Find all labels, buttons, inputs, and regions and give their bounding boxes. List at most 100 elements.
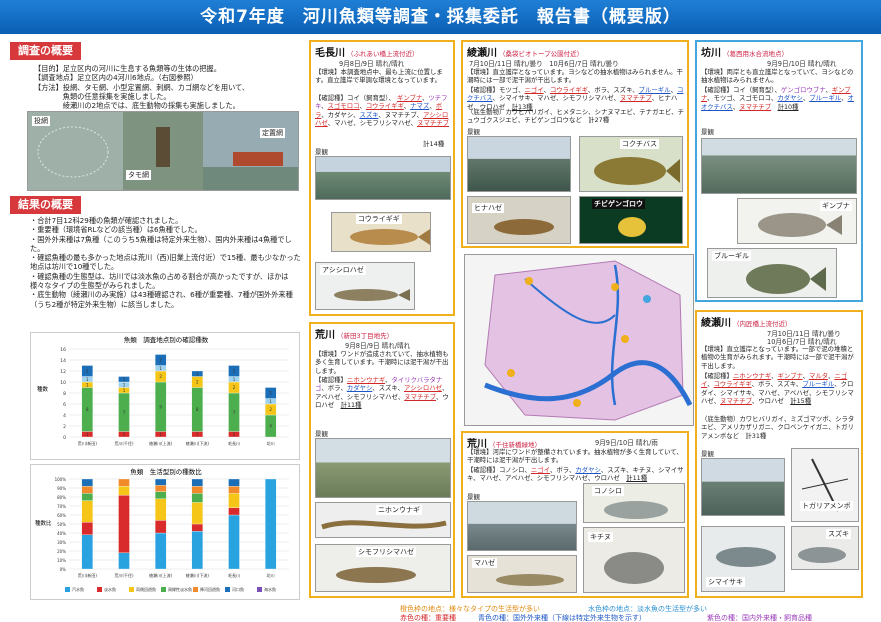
bar-segment [155,485,167,492]
legend-label: 周縁性淡水魚 [168,586,192,592]
overview-text: 【目的】足立区内の河川に生息する魚類等の生体の把握。 【調査地点】足立区内の4河… [34,64,299,110]
species-count: 計14種 [423,140,445,148]
fish-label: ブルーギル [712,251,751,261]
bar-segment-label: 2 [233,369,236,374]
fish-photo: ニホンウナギ [315,502,451,538]
area-map [464,254,694,426]
bar-segment [155,532,167,570]
landscape-photo [467,136,571,192]
station-ayase-downstream: 綾瀬川 （内匠橋上流付近） 7月10日/11日 晴れ/曇り 10月6日/7日 晴れ… [695,310,863,598]
station-date: 9月9日/10日 晴れ/晴れ [767,60,837,68]
bar-segment [81,500,93,523]
fish-label: ヒナハゼ [472,203,504,213]
result-bullet: ・確認魚種の最も多かった地点は荒川（西)旧業上流付近）で15種、最も少なかった地… [30,253,301,272]
landscape-photo [467,501,577,551]
y-tick-label: 16 [60,347,66,353]
benthos-list: （底生動物）カワヒバリガイ、ヒメタニシ、シナヌマエビ、テナガエビ、チュウゴクスジ… [467,108,685,125]
y-tick-label: 30% [57,540,66,545]
y-tick-label: 50% [57,522,66,527]
station-title: 荒川 （新田3丁目地先） [315,330,394,341]
photo-label-landscape: 景観 [315,148,328,156]
bar-segment [155,520,167,534]
bar-segment [191,486,203,494]
x-tick-label: 綾瀬川(下流) [186,572,210,578]
station-arakawa-nitta: 荒川 （新田3丁目地先） 9月8日/9日 晴れ/晴れ 【環境】ワンドが造成されてい… [309,322,455,598]
station-kenaga: 毛長川 （ふれあい橋上流付近） 9月8日/9日 晴れ/晴れ 【環境】本調査地点中、… [309,40,455,316]
x-tick-label: 荒川(新田) [78,440,98,446]
legend-swatch [257,587,262,592]
photo-label-landscape: 景観 [315,430,328,438]
bar-segment-label: 1 [233,377,236,382]
y-tick-label: 0 [63,435,66,441]
y-tick-label: 4 [63,413,66,419]
overview-line: 【方法】投網、タモ網、小型定置網、刺網、カゴ網などを用いて、 [34,82,250,92]
fish-photo: コクチバス [579,136,683,192]
legend-swatch [65,587,70,592]
fish-photo: シマイサキ [701,526,785,592]
bar-segment-label: 4 [269,424,272,429]
chart-species-count-svg: 魚類 調査地点別の確認種数 種数 024681012141618112荒川(新田… [37,335,289,446]
y-tick-label: 2 [63,424,66,430]
y-tick-label: 70% [57,504,66,509]
y-tick-label: 90% [57,486,66,491]
bar-segment-label: 1 [159,366,162,371]
fish-label: キチヌ [588,532,613,542]
station-title: 毛長川 （ふれあい橋上流付近） [315,48,419,59]
label-fixed-net: 定置網 [260,128,285,138]
results-list: ・合計7目12科29種の魚類が確認されました。 ・重要種（環境省RLなどの該当種… [30,216,302,309]
chart-species-count: 魚類 調査地点別の確認種数 種数 0 2 4 6 8 10 12 14 16 1 8 1 1 2 荒川(新田… [30,332,300,460]
legend-label: 汽水魚 [72,586,84,592]
bar-segment-label: 1 [123,377,126,382]
chart-life-type: 魚類 生活型別の種数比 種数比 0% 10% 20% 30% 40% 50% 60% 70% 8… [30,464,300,600]
fish-label: シマイサキ [706,577,745,587]
station-date: 9月8日/9日 晴れ/晴れ [339,60,405,68]
bar-segment [81,486,93,494]
species-list: 【確認種】コイ（飼育型）、ゲンゴロウブナ、ギンブナ、モツゴ、スゴモロコ、カダヤシ… [701,86,854,111]
bar-segment-label: 9 [159,404,162,409]
species-list: 【確認種】コノシロ、ニゴイ、ボラ、カダヤシ、スズキ、キチヌ、シマイサキ、マハゼ、… [467,466,684,483]
fish-photo: シモフリシマハゼ [315,544,451,592]
y-tick-label: 80% [57,495,66,500]
photo-label-landscape: 景観 [467,128,480,136]
bar-segment [265,478,277,570]
y-tick-label: 100% [55,477,67,482]
species-list: 【確認種】ニホンウナギ、タイリクバラタナゴ、ボラ、カダヤシ、スズキ、アシシロハゼ… [315,376,449,410]
bar-segment-label: 1 [123,432,126,437]
map-illustration [484,260,693,421]
station-env: 【環境】両岸とも直立護岸となっていて、ヨシなどの抽水植物はみられません。 [701,68,854,85]
chart-life-type-svg: 魚類 生活型別の種数比 種数比 0% 10% 20% 30% 40% 50% 60% 70% 8… [35,467,289,592]
legend-swatch [193,587,198,592]
y-tick-label: 60% [57,513,66,518]
insect-label: チビゲンゴロウ [592,199,645,209]
station-env: 【環境】本調査地点中、最も上流に位置します。直立護岸で単調な環境となっています。 [315,68,443,85]
station-title: 綾瀬川 （内匠橋上流付近） [701,318,792,329]
bar-segment [155,491,167,499]
bar-segment [81,493,93,501]
x-tick-label: 綾瀬川(上流) [149,572,173,578]
bar-segment [191,523,203,532]
station-env: 【環境】直立護岸となっています。ヨシなどの抽水植物はみられません。干潮時には一部… [467,68,683,85]
overview-line: 綾瀬川の2地点では、底生動物の採集も実施しました。 [34,101,240,111]
legend-important-species: 赤色の種：重要種 [400,614,456,622]
report-title: 令和7年度 河川魚類等調査・採集委託 報告書（概要版） [0,0,881,34]
species-list: 【確認種】ニホンウナギ、ギンブナ、マルタ、ニゴイ、コウライギギ、ボラ、スズキ、ブ… [701,372,854,406]
bar-segment [191,493,203,503]
bar-segment [155,498,167,521]
photo-label-landscape: 景観 [701,128,714,136]
result-bullet: ・重要種（環境省RLなどの該当種）は6魚種でした。 [30,225,202,235]
photo-label-landscape: 景観 [701,450,714,458]
bar-segment [228,507,240,516]
bar-segment-label: 1 [123,388,126,393]
overview-header: 調査の概要 [10,42,81,60]
x-tick-label: 坊川 [267,440,275,446]
y-tick-label: 10% [57,558,66,563]
fish-photo: アシシロハゼ [315,262,415,310]
method-photos: 投網 タモ網 定置網 [27,111,299,191]
y-tick-label: 14 [60,358,66,364]
bar-segment [155,478,167,486]
station-date: 9月9日/10日 晴れ/雨 [595,439,658,447]
result-bullet: ・底生動物（綾瀬川のみ実施）は43種確認され、6種が重要種、7種が国外外来種（う… [30,290,293,309]
bar-segment-label: 7 [123,410,126,415]
fish-label: シモフリシマハゼ [356,547,416,557]
chart1-ylabel: 種数 [37,385,49,393]
